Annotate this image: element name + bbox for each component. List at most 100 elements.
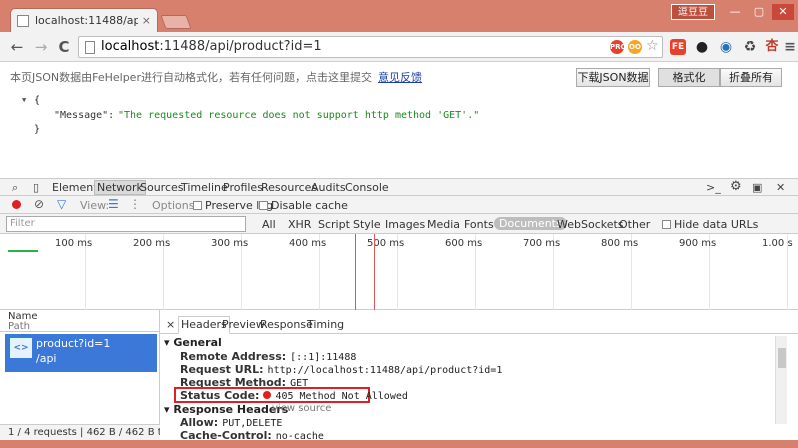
tick-label: 500 ms	[367, 238, 405, 249]
view-source-link[interactable]: view source	[272, 403, 331, 414]
request-waterfall-bar	[8, 250, 38, 252]
filter-other[interactable]: Other	[619, 218, 650, 231]
tab-timeline[interactable]: Timeline	[181, 181, 228, 194]
filter-all[interactable]: All	[262, 218, 276, 231]
ball-extension-icon[interactable]: ◉	[718, 39, 734, 55]
tick-label: 100 ms	[55, 238, 93, 249]
filter-style[interactable]: Style	[353, 218, 381, 231]
recycle-extension-icon[interactable]: ♻	[742, 39, 758, 55]
json-output: ▼ { "Message": "The requested resource d…	[0, 90, 798, 178]
checkbox-icon	[193, 201, 202, 210]
page-icon	[17, 14, 29, 27]
json-value: "The requested resource does not support…	[118, 110, 480, 121]
tick-label: 700 ms	[523, 238, 561, 249]
hide-data-urls-checkbox[interactable]: Hide data URLs	[662, 218, 758, 231]
tick-label: 600 ms	[445, 238, 483, 249]
reload-button[interactable]: C	[55, 38, 73, 56]
minimize-button[interactable]: —	[724, 4, 746, 20]
json-key: "Message":	[54, 110, 115, 121]
fe-helper-extension-icon[interactable]: FE	[670, 39, 686, 55]
maximize-button[interactable]: ▢	[748, 4, 770, 20]
disable-cache-checkbox[interactable]: Disable cache	[259, 199, 348, 212]
menu-icon[interactable]: ≡	[782, 39, 798, 55]
format-button[interactable]: 格式化	[658, 68, 720, 87]
oo-extension-icon[interactable]: OO	[628, 40, 642, 54]
tab-audits[interactable]: Audits	[311, 181, 346, 194]
tab-response[interactable]: Response	[260, 318, 313, 331]
response-headers-section-toggle[interactable]: ▾ Response Headers	[164, 403, 288, 416]
devtools-tab-bar: ⌕ ▯ Elements Network Sources Timeline Pr…	[0, 178, 798, 196]
view-label: View:	[80, 199, 110, 212]
settings-gear-icon[interactable]: ⚙	[730, 179, 742, 194]
scrollbar-thumb[interactable]	[778, 348, 786, 368]
filter-websockets[interactable]: WebSockets	[557, 218, 624, 231]
json-open-brace: {	[34, 95, 41, 106]
network-toolbar: ⊘ ▽ View: ☰ ⋮ Options: Preserve log Disa…	[0, 196, 798, 214]
bookmark-star-icon[interactable]: ☆	[646, 38, 659, 54]
tab-resources[interactable]: Resources	[261, 181, 317, 194]
timeline-overview[interactable]: 100 ms 200 ms 300 ms 400 ms 500 ms 600 m…	[0, 234, 798, 310]
tick-label: 200 ms	[133, 238, 171, 249]
fold-all-button[interactable]: 折叠所有	[720, 68, 782, 87]
remote-address-row: Remote Address: [::1]:11488	[180, 350, 357, 363]
overview-icon[interactable]: ⋮	[129, 197, 141, 211]
feedback-link[interactable]: 意见反馈	[378, 71, 422, 84]
collapse-toggle-icon[interactable]: ▼	[22, 96, 26, 104]
network-status-bar: 1 / 4 requests | 462 B / 462 B tran...	[0, 424, 160, 440]
tab-console[interactable]: Console	[345, 181, 389, 194]
dock-side-icon[interactable]: ▣	[752, 181, 762, 194]
general-section-toggle[interactable]: ▾ General	[164, 336, 222, 349]
tab-close-icon[interactable]: ×	[142, 14, 151, 27]
filter-media[interactable]: Media	[427, 218, 460, 231]
filter-documents[interactable]: Documents	[494, 217, 567, 230]
document-icon: <>	[10, 338, 32, 358]
filter-script[interactable]: Script	[318, 218, 350, 231]
inspect-element-icon[interactable]: ⌕	[12, 181, 18, 195]
allow-header-row: Allow: PUT,DELETE	[180, 416, 283, 429]
forward-button[interactable]: →	[32, 38, 50, 56]
console-drawer-icon[interactable]: >_	[706, 181, 721, 194]
chinese-char-extension-icon[interactable]: 杏	[764, 39, 780, 55]
tab-preview[interactable]: Preview	[222, 318, 265, 331]
request-path: /api	[36, 352, 57, 365]
pro-extension-icon[interactable]: PRO	[610, 40, 626, 54]
address-bar[interactable]: localhost:11488/api/product?id=1 PRO OO …	[78, 36, 663, 58]
details-tab-bar: × Headers Preview Response Timing	[160, 316, 798, 334]
filter-input[interactable]: Filter	[6, 216, 246, 232]
tick-label: 800 ms	[601, 238, 639, 249]
close-details-icon[interactable]: ×	[166, 318, 175, 331]
filter-images[interactable]: Images	[385, 218, 425, 231]
fehelper-message: 本页JSON数据由FeHelper进行自动格式化，若有任何问题，点击这里提交 意见…	[10, 71, 422, 84]
request-list-header[interactable]: Name Path	[0, 310, 160, 332]
download-json-button[interactable]: 下载JSON数据	[576, 68, 650, 87]
tick-label: 300 ms	[211, 238, 249, 249]
filter-fonts[interactable]: Fonts	[464, 218, 494, 231]
clear-icon[interactable]: ⊘	[34, 197, 44, 211]
device-mode-icon[interactable]: ▯	[33, 181, 39, 194]
page-icon	[85, 41, 95, 54]
fehelper-bar: 本页JSON数据由FeHelper进行自动格式化，若有任何问题，点击这里提交 意见…	[0, 62, 798, 90]
record-icon[interactable]	[12, 200, 21, 209]
details-scrollbar[interactable]	[775, 336, 787, 424]
filter-icon[interactable]: ▽	[57, 197, 66, 211]
back-button[interactable]: ←	[8, 38, 26, 56]
dark-circle-extension-icon[interactable]: ●	[694, 39, 710, 55]
status-error-icon	[263, 391, 272, 399]
tab-sources[interactable]: Sources	[140, 181, 184, 194]
request-details-pane: × Headers Preview Response Timing ▾ Gene…	[160, 310, 798, 442]
browser-tab[interactable]: localhost:11488/api/pro ×	[10, 8, 158, 32]
expand-triangle-icon: ▾	[164, 336, 174, 349]
filter-xhr[interactable]: XHR	[288, 218, 311, 231]
column-path-header: Path	[8, 321, 30, 332]
close-devtools-icon[interactable]: ✕	[776, 181, 785, 194]
user-profile-badge[interactable]: 逗豆豆	[671, 4, 715, 20]
window-titlebar: localhost:11488/api/pro × 逗豆豆 — ▢ ✕	[0, 0, 798, 32]
new-tab-button[interactable]	[160, 15, 192, 29]
request-url-row: Request URL: http://localhost:11488/api/p…	[180, 363, 503, 376]
tab-timing[interactable]: Timing	[307, 318, 344, 331]
tab-network[interactable]: Network	[94, 180, 146, 195]
close-window-button[interactable]: ✕	[772, 4, 794, 20]
large-rows-icon[interactable]: ☰	[108, 197, 119, 211]
request-row[interactable]: <> product?id=1 /api	[5, 334, 157, 372]
tab-profiles[interactable]: Profiles	[223, 181, 263, 194]
